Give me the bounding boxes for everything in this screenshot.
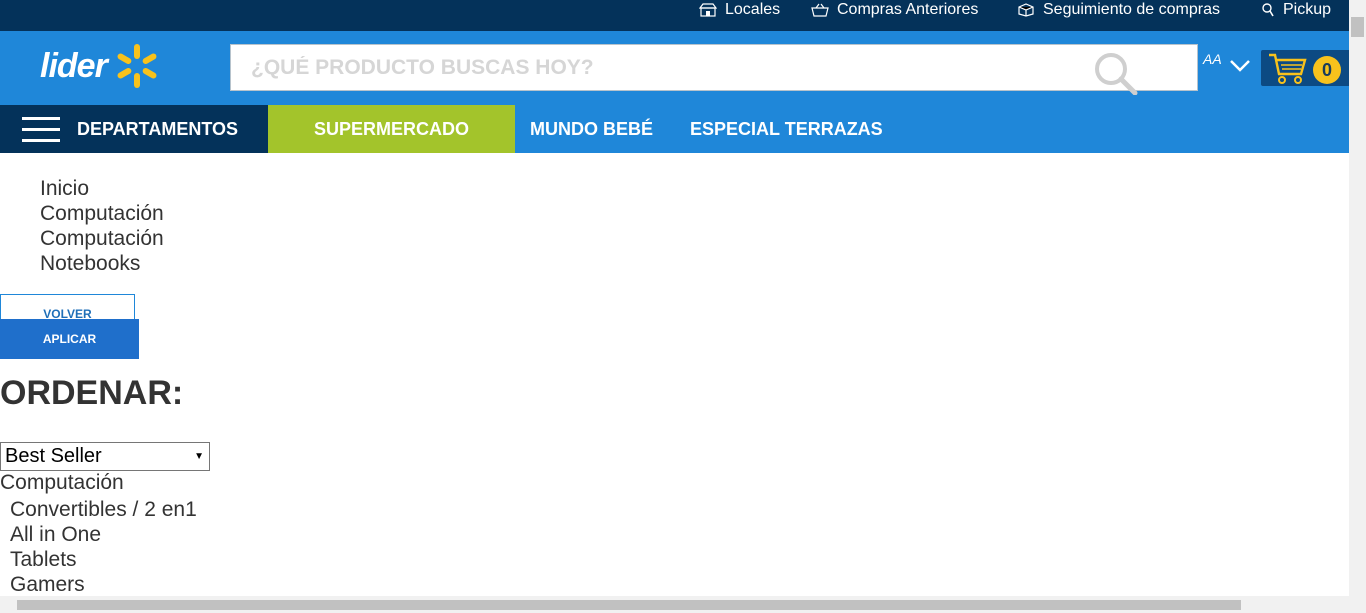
category-item-convertibles[interactable]: Convertibles / 2 en1 [10, 497, 197, 522]
aplicar-button[interactable]: APLICAR [0, 319, 139, 359]
category-item-all-in-one[interactable]: All in One [10, 522, 101, 547]
breadcrumb-computacion[interactable]: Computación [40, 201, 164, 226]
main-nav: DEPARTAMENTOS SUPERMERCADO MUNDO BEBÉ ES… [0, 105, 1349, 153]
vertical-scrollbar[interactable] [1349, 0, 1366, 596]
search-input[interactable] [231, 45, 1091, 90]
utility-bar: Locales Compras Anteriores Seguimiento d… [0, 0, 1349, 31]
site-header: lider AA 0 [0, 31, 1349, 105]
breadcrumb-inicio[interactable]: Inicio [40, 176, 89, 201]
spark-icon [117, 44, 157, 88]
pickup-icon [1262, 3, 1274, 17]
horizontal-scroll-thumb[interactable] [17, 600, 1241, 610]
pickup-label: Pickup [1283, 1, 1332, 18]
seguimiento-label: Seguimiento de compras [1043, 1, 1220, 18]
category-title[interactable]: Computación [0, 471, 124, 495]
breadcrumb-notebooks[interactable]: Notebooks [40, 251, 140, 276]
category-item-gamers[interactable]: Gamers [10, 572, 85, 597]
category-item-tablets[interactable]: Tablets [10, 547, 77, 572]
box-icon [1018, 3, 1034, 17]
sort-heading: ORDENAR: [0, 374, 184, 412]
font-size-toggle[interactable]: AA [1203, 51, 1222, 67]
cart-icon [1269, 53, 1307, 84]
logo-text: lider [40, 46, 108, 85]
compras-anteriores-link[interactable]: Compras Anteriores [811, 0, 978, 20]
compras-anteriores-label: Compras Anteriores [837, 1, 979, 18]
vertical-scroll-thumb[interactable] [1351, 17, 1364, 37]
nav-item-especial-terrazas[interactable]: ESPECIAL TERRAZAS [690, 105, 883, 153]
cart-count-badge: 0 [1313, 56, 1341, 84]
nav-item-supermercado[interactable]: SUPERMERCADO [268, 105, 515, 153]
chevron-down-icon[interactable] [1229, 59, 1251, 73]
sort-select[interactable]: Best Seller ▼ [0, 442, 210, 471]
search-icon[interactable] [1091, 51, 1141, 95]
store-icon [699, 3, 717, 17]
locales-link[interactable]: Locales [699, 0, 780, 20]
lider-logo[interactable]: lider [40, 41, 161, 91]
nav-item-mundo-bebe[interactable]: MUNDO BEBÉ [530, 105, 653, 153]
dropdown-arrow-icon: ▼ [194, 451, 204, 462]
breadcrumb-computacion-sub[interactable]: Computación [40, 226, 164, 251]
basket-icon [811, 3, 829, 17]
seguimiento-link[interactable]: Seguimiento de compras [1017, 0, 1220, 20]
departments-label: DEPARTAMENTOS [77, 119, 239, 139]
departments-menu-button[interactable]: DEPARTAMENTOS [0, 105, 268, 153]
hamburger-icon [22, 115, 60, 143]
pickup-link[interactable]: Pickup [1261, 0, 1331, 20]
sort-selected-value: Best Seller [5, 445, 102, 467]
search-box [230, 44, 1198, 95]
locales-label: Locales [725, 1, 781, 18]
